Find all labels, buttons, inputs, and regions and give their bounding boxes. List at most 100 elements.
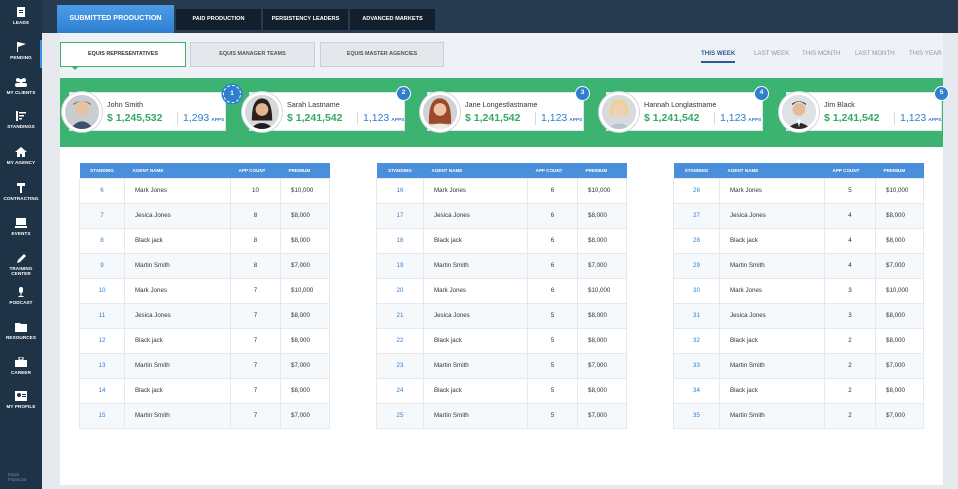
sidebar-item-standings[interactable]: STANDINGS xyxy=(0,111,42,129)
sidebar-item-label: EVENTS xyxy=(11,231,31,236)
standing-cell: 10 xyxy=(79,277,125,304)
leader-card[interactable]: John Smith $ 1,245,532 1,293 APPS 1 xyxy=(62,85,241,132)
agent-name-cell: Martin Smith xyxy=(423,252,528,279)
standing-cell: 30 xyxy=(673,277,720,304)
table-row[interactable]: 23 Martin Smith 5 $7,000 xyxy=(376,352,627,379)
period-this-month[interactable]: THIS MONTH xyxy=(802,50,841,57)
premium-cell: $7,000 xyxy=(577,402,627,429)
table-row[interactable]: 7 Jesica Jones 8 $8,000 xyxy=(79,202,330,229)
table-row[interactable]: 34 Black jack 2 $8,000 xyxy=(673,377,924,404)
divider xyxy=(177,112,178,125)
sidebar-item-podcast[interactable]: PODCAST xyxy=(0,287,42,305)
table-row[interactable]: 24 Black jack 5 $8,000 xyxy=(376,377,627,404)
leader-name: Jim Black xyxy=(824,100,855,109)
pencil-icon xyxy=(17,254,26,263)
leader-card[interactable]: Jim Black $ 1,241,542 1,123 APPS 5 xyxy=(779,86,949,132)
table-row[interactable]: 28 Black jack 4 $8,000 xyxy=(673,227,924,254)
tab-submitted-production[interactable]: SUBMITTED PRODUCTION xyxy=(57,5,174,33)
table-row[interactable]: 18 Black jack 6 $8,000 xyxy=(376,227,627,254)
period-this-year[interactable]: THIS YEAR xyxy=(909,50,942,57)
subtab-equis-representatives[interactable]: EQUIS REPRESENTATIVES xyxy=(60,42,186,70)
table-header-row: STANDING AGENT NAME APP COUNT PREMIUM xyxy=(376,163,627,178)
table-row[interactable]: 12 Black jack 7 $8,000 xyxy=(79,327,330,354)
table-row[interactable]: 29 Martin Smith 4 $7,000 xyxy=(673,252,924,279)
table-row[interactable]: 11 Jesica Jones 7 $8,000 xyxy=(79,302,330,329)
period-last-week[interactable]: LAST WEEK xyxy=(754,50,789,57)
sidebar-item-pending[interactable]: PENDING xyxy=(0,42,42,60)
sidebar-item-events[interactable]: EVENTS xyxy=(0,218,42,236)
premium-cell: $8,000 xyxy=(875,227,924,254)
premium-cell: $8,000 xyxy=(577,327,627,354)
table-row[interactable]: 17 Jesica Jones 6 $8,000 xyxy=(376,202,627,229)
column-header-agent-name: AGENT NAME xyxy=(124,163,231,178)
leader-card[interactable]: Jane Longestlastname $ 1,241,542 1,123 AP… xyxy=(420,86,590,132)
subtab-equis-manager-teams[interactable]: EQUIS MANAGER TEAMS xyxy=(190,42,315,67)
standings-table: STANDING AGENT NAME APP COUNT PREMIUM 26… xyxy=(673,163,924,429)
leader-app-count: 1,123 APPS xyxy=(720,112,761,124)
table-row[interactable]: 20 Mark Jones 6 $10,000 xyxy=(376,277,627,304)
app-count-cell: 7 xyxy=(230,277,281,304)
table-row[interactable]: 8 Black jack 8 $8,000 xyxy=(79,227,330,254)
microphone-icon xyxy=(18,287,24,297)
sidebar-item-my-agency[interactable]: MY AGENCY xyxy=(0,147,42,165)
table-row[interactable]: 31 Jesica Jones 3 $8,000 xyxy=(673,302,924,329)
table-row[interactable]: 13 Martin Smith 7 $7,000 xyxy=(79,352,330,379)
leader-app-count: 1,293 APPS xyxy=(183,112,224,124)
agent-name-cell: Black jack xyxy=(124,377,231,404)
table-row[interactable]: 15 Martin Smith 7 $7,000 xyxy=(79,402,330,429)
tab-paid-production[interactable]: PAID PRODUCTION xyxy=(176,9,261,30)
avatar xyxy=(242,92,282,132)
table-row[interactable]: 6 Mark Jones 10 $10,000 xyxy=(79,177,330,204)
table-row[interactable]: 9 Martin Smith 8 $7,000 xyxy=(79,252,330,279)
table-row[interactable]: 10 Mark Jones 7 $10,000 xyxy=(79,277,330,304)
sidebar-item-label: RESOURCES xyxy=(6,335,36,340)
leader-card[interactable]: Sarah Lastname $ 1,241,542 1,123 APPS 2 xyxy=(242,86,411,132)
leader-card[interactable]: Hannah Longlastname $ 1,241,542 1,123 APP… xyxy=(599,86,769,132)
table-row[interactable]: 22 Black jack 5 $8,000 xyxy=(376,327,627,354)
table-row[interactable]: 21 Jesica Jones 5 $8,000 xyxy=(376,302,627,329)
period-last-month[interactable]: LAST MONTH xyxy=(855,50,895,57)
sidebar-item-label: CAREER xyxy=(11,370,31,375)
column-header-premium: PREMIUM xyxy=(577,163,627,178)
sidebar-item-contracting[interactable]: CONTRACTING xyxy=(0,183,42,201)
column-header-standing: STANDING xyxy=(376,163,424,178)
period-this-week[interactable]: THIS WEEK xyxy=(701,50,736,63)
table-row[interactable]: 30 Mark Jones 3 $10,000 xyxy=(673,277,924,304)
table-header-row: STANDING AGENT NAME APP COUNT PREMIUM xyxy=(673,163,924,178)
sidebar-item-training-center[interactable]: TRAINING CENTER xyxy=(0,253,42,276)
subtab-equis-master-agencies[interactable]: EQUIS MASTER AGENCIES xyxy=(320,42,444,67)
premium-cell: $8,000 xyxy=(875,302,924,329)
agent-name-cell: Black jack xyxy=(423,327,528,354)
premium-cell: $7,000 xyxy=(875,402,924,429)
sidebar-item-resources[interactable]: RESOURCES xyxy=(0,322,42,340)
tab-persistency-leaders[interactable]: PERSISTENCY LEADERS xyxy=(263,9,348,30)
table-row[interactable]: 19 Martin Smith 6 $7,000 xyxy=(376,252,627,279)
sidebar-item-my-profile[interactable]: MY PROFILE xyxy=(0,391,42,409)
app-count-cell: 2 xyxy=(824,377,876,404)
premium-cell: $10,000 xyxy=(577,177,627,204)
sidebar-item-my-clients[interactable]: MY CLIENTS xyxy=(0,77,42,95)
table-row[interactable]: 27 Jesica Jones 4 $8,000 xyxy=(673,202,924,229)
table-row[interactable]: 32 Black jack 2 $8,000 xyxy=(673,327,924,354)
leader-name: John Smith xyxy=(107,100,143,109)
table-row[interactable]: 35 Martin Smith 2 $7,000 xyxy=(673,402,924,429)
leader-premium: $ 1,241,542 xyxy=(465,112,521,124)
table-row[interactable]: 33 Martin Smith 2 $7,000 xyxy=(673,352,924,379)
app-count-cell: 6 xyxy=(527,177,578,204)
table-row[interactable]: 25 Martin Smith 5 $7,000 xyxy=(376,402,627,429)
column-header-agent-name: AGENT NAME xyxy=(719,163,825,178)
sidebar-item-leads[interactable]: LEADS xyxy=(0,7,42,25)
avatar xyxy=(779,92,819,132)
premium-cell: $7,000 xyxy=(875,252,924,279)
table-row[interactable]: 14 Black jack 7 $8,000 xyxy=(79,377,330,404)
agent-name-cell: Martin Smith xyxy=(719,402,825,429)
table-row[interactable]: 16 Mark Jones 6 $10,000 xyxy=(376,177,627,204)
tab-advanced-markets[interactable]: ADVANCED MARKETS xyxy=(350,9,435,30)
app-count-cell: 3 xyxy=(824,277,876,304)
sidebar-item-career[interactable]: CAREER xyxy=(0,357,42,375)
column-header-premium: PREMIUM xyxy=(280,163,330,178)
table-row[interactable]: 26 Mark Jones 5 $10,000 xyxy=(673,177,924,204)
divider xyxy=(535,112,536,125)
sidebar-item-label: MY CLIENTS xyxy=(6,90,36,95)
app-count-value: 1,123 xyxy=(900,112,927,124)
